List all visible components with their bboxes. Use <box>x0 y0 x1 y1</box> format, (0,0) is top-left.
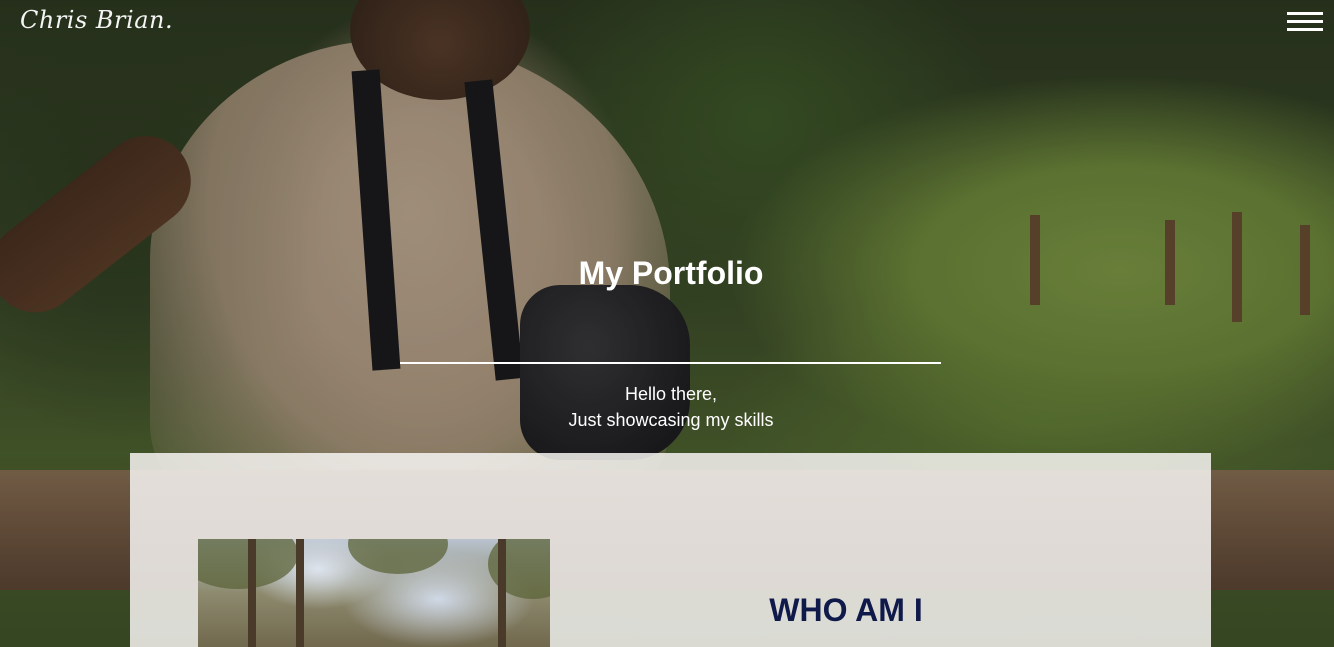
about-section-card: WHO AM I <box>130 453 1211 647</box>
site-logo[interactable]: Chris Brian. <box>20 6 173 34</box>
page: Chris Brian. My Portfolio Hello there, J… <box>0 0 1334 647</box>
menu-bar <box>1287 12 1323 15</box>
about-photo-canopy <box>348 539 448 574</box>
hero-title: My Portfolio <box>578 255 764 291</box>
about-photo-tree-trunk <box>248 539 256 647</box>
about-heading: WHO AM I <box>769 592 923 628</box>
hero-divider <box>400 362 941 364</box>
hero-greeting: Hello there, <box>624 384 718 404</box>
menu-bar <box>1287 28 1323 31</box>
about-photo-tree-trunk <box>498 539 506 647</box>
menu-bar <box>1287 20 1323 23</box>
hero-tagline: Just showcasing my skills <box>568 410 774 430</box>
about-photo <box>198 539 550 647</box>
about-photo-tree-trunk <box>296 539 304 647</box>
hamburger-menu-icon[interactable] <box>1287 12 1323 34</box>
